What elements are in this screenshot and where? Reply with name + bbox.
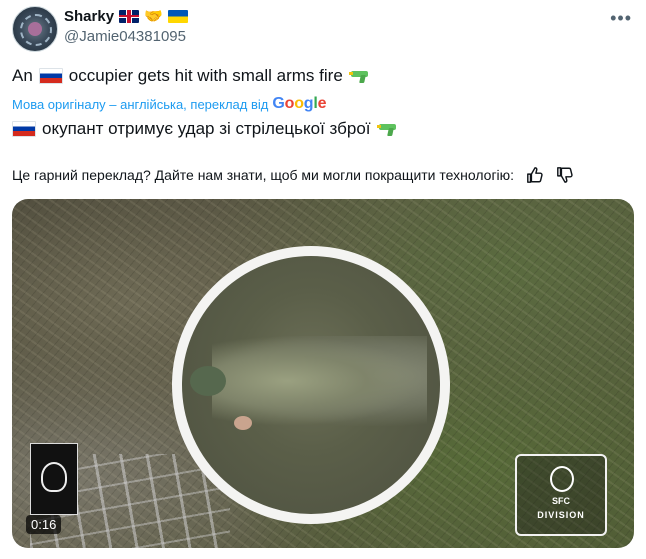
post-text-prefix: An — [12, 66, 33, 85]
watermark-top: SFC — [552, 496, 570, 506]
translation-feedback: Це гарний переклад? Дайте нам знати, щоб… — [12, 166, 574, 184]
post-text-body: occupier gets hit with small arms fire — [68, 66, 343, 85]
thumbs-up-icon[interactable] — [526, 166, 544, 184]
water-gun-icon — [376, 121, 397, 137]
name-row: Sharky 🤝 — [64, 7, 188, 25]
post-text-translated: окупант отримує удар зі стрілецької збро… — [12, 118, 397, 140]
post-text-original: An occupier gets hit with small arms fir… — [12, 65, 369, 87]
translation-note[interactable]: Мова оригіналу – англійська, переклад ві… — [12, 95, 327, 113]
ukraine-flag-icon — [167, 9, 188, 23]
uk-flag-icon — [119, 9, 140, 23]
display-name[interactable]: Sharky — [64, 8, 114, 25]
unit-logo-left — [30, 443, 78, 515]
video-player[interactable]: SFC DIVISION 0:16 — [12, 199, 634, 548]
translated-text-body: окупант отримує удар зі стрілецької збро… — [42, 119, 371, 138]
feedback-prompt: Це гарний переклад? Дайте нам знати, щоб… — [12, 167, 515, 183]
avatar[interactable] — [12, 6, 58, 52]
translation-note-text: Мова оригіналу – англійська, переклад ві… — [12, 96, 269, 112]
google-logo: Google — [272, 95, 327, 112]
russia-flag-icon — [12, 121, 36, 137]
zoom-circle — [172, 246, 450, 524]
russia-flag-icon — [38, 68, 63, 84]
more-options-icon[interactable]: ••• — [610, 8, 632, 29]
watermark-bottom: DIVISION — [537, 510, 585, 520]
post-header: Sharky 🤝 @Jamie04381095 ••• — [12, 6, 634, 52]
unit-logo-right: SFC DIVISION — [515, 454, 607, 536]
handshake-icon: 🤝 — [144, 8, 163, 25]
water-gun-icon — [348, 68, 369, 84]
video-duration: 0:16 — [26, 515, 62, 534]
thumbs-down-icon[interactable] — [556, 166, 574, 184]
user-handle[interactable]: @Jamie04381095 — [64, 28, 186, 45]
